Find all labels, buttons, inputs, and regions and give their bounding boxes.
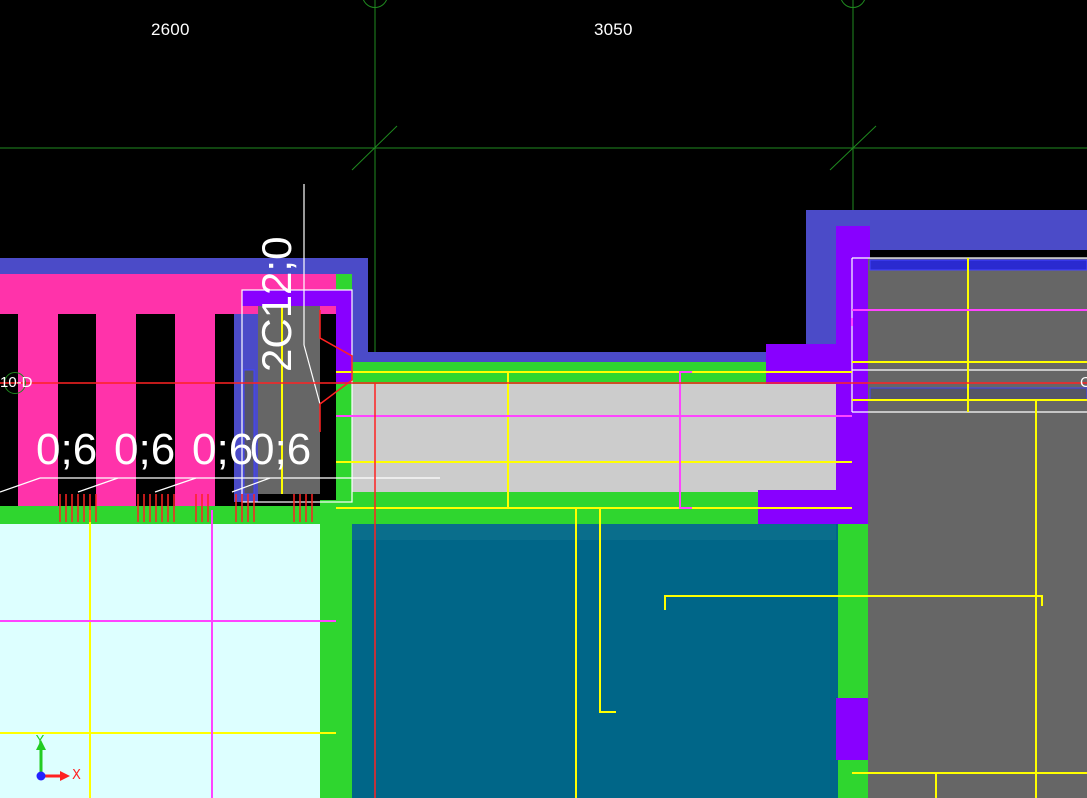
- wall-right-vertical: [806, 210, 838, 350]
- wall-left-column: [350, 258, 368, 358]
- section-cut-label[interactable]: 2C12;0: [253, 237, 300, 372]
- rebar-blue-mid: [869, 387, 1087, 401]
- beam-grey: [352, 384, 838, 492]
- dimension-right[interactable]: 3050: [594, 20, 633, 40]
- slab-teal-top: [352, 524, 836, 540]
- rebar-label-4[interactable]: 0;6: [250, 428, 311, 472]
- rebar-blue-top: [869, 259, 1087, 271]
- wall-top-left: [0, 258, 368, 274]
- wall-mid: [352, 352, 772, 362]
- right-grey-area: [868, 258, 1087, 798]
- ucs-x-label: X: [72, 768, 81, 783]
- rebar-label-1[interactable]: 0;6: [36, 428, 97, 472]
- cad-viewport[interactable]: 2600 3050 10-D C 0;6 0;6 0;6 0;6 2C12;0 …: [0, 0, 1087, 798]
- ucs-y-label: Y: [36, 734, 44, 749]
- grid-row-label[interactable]: 10-D: [0, 374, 33, 391]
- drawing-canvas[interactable]: [0, 0, 1087, 798]
- rebar-label-3[interactable]: 0;6: [192, 428, 253, 472]
- rebar-label-2[interactable]: 0;6: [114, 428, 175, 472]
- slab-teal: [352, 524, 838, 798]
- grid-right-label[interactable]: C: [1080, 374, 1087, 391]
- dimension-left[interactable]: 2600: [151, 20, 190, 40]
